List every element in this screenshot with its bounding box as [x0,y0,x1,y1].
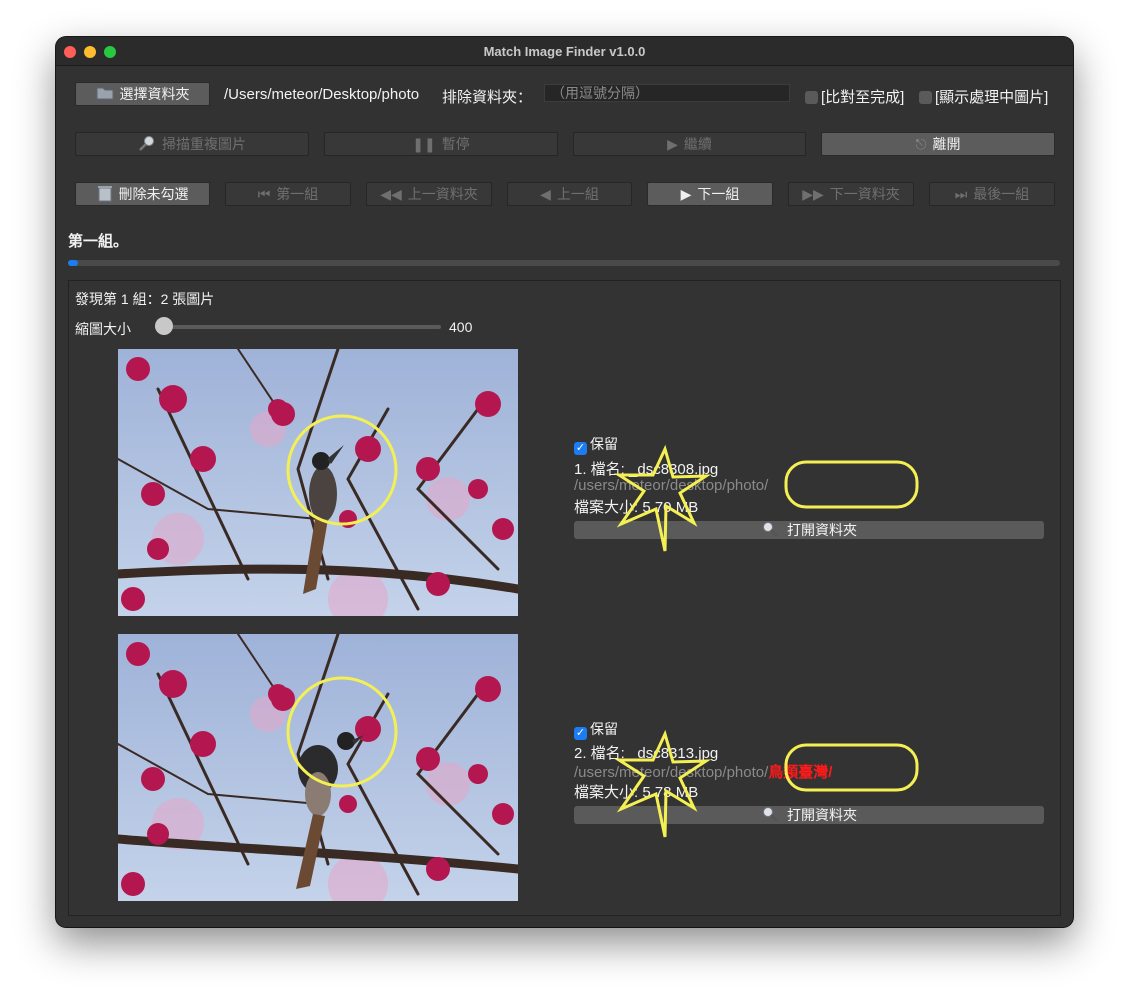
exclude-folders-input[interactable]: （用逗號分隔） [544,84,790,102]
folder-path: /Users/meteor/Desktop/photo [224,86,420,103]
last-group-button[interactable]: ⏭ 最後一組 [929,182,1055,206]
scan-label: 掃描重複圖片 [162,136,246,152]
quit-button[interactable]: ⎋ 離開 [821,132,1055,156]
keep-checkbox-2[interactable]: ✓ 保留 [574,719,618,740]
next-group-label: 下一組 [697,186,740,202]
delete-unchecked-button[interactable]: 刪除未勾選 [75,182,210,206]
next-icon: ▶ [680,185,692,202]
file-path-1: /users/meteor/desktop/photo/ [574,477,768,494]
delete-unchecked-label: 刪除未勾選 [118,186,189,202]
rewind-icon: ◀◀ [380,185,402,202]
progress-bar [68,260,1060,266]
path-text: /users/meteor/desktop/photo/ [574,477,769,494]
checkbox-box [805,91,818,104]
choose-folder-button[interactable]: 選擇資料夾 [75,82,210,106]
trash-icon [97,184,113,205]
prev-folder-label: 上一資料夾 [407,186,478,202]
thumbnail-2[interactable] [118,634,518,901]
file-name-1: 1. 檔名: _dsc8308.jpg [574,461,719,478]
scan-duplicates-button[interactable]: 掃描重複圖片 [75,132,309,156]
pause-button[interactable]: ❚❚ 暫停 [324,132,558,156]
skip-first-icon: ⏮ [257,185,271,202]
file-path-2: /users/meteor/desktop/photo/鳥類臺灣/ [574,761,832,782]
prev-folder-button[interactable]: ◀◀ 上一資料夾 [366,182,492,206]
checkmark-icon: ✓ [574,442,587,455]
last-group-label: 最後一組 [973,186,1030,202]
choose-folder-label: 選擇資料夾 [119,86,190,102]
folder-icon [96,85,114,104]
next-folder-label: 下一資料夾 [829,186,900,202]
play-icon: ▶ [667,135,678,152]
thumbnail-1[interactable] [118,349,518,616]
thumb-size-value: 400 [449,319,473,335]
file-name-2: 2. 檔名: _dsc8313.jpg [574,745,719,762]
resume-button[interactable]: ▶ 繼續 [573,132,806,156]
found-group-text: 發現第 1 組：2 張圖片 [75,291,215,307]
exit-icon: ⎋ [915,135,927,152]
progress-fill [68,260,78,266]
first-group-label: 第一組 [276,186,319,202]
file-size-2: 檔案大小: 5.78 MB [574,784,699,801]
keep-label: 保留 [590,721,618,737]
thumb-size-slider[interactable] [155,317,441,335]
open-folder-button-2[interactable]: 打開資料夾 [574,806,1044,824]
first-group-button[interactable]: ⏮ 第一組 [225,182,351,206]
prev-group-button[interactable]: ◀ 上一組 [507,182,632,206]
keep-label: 保留 [590,436,618,452]
thumb-size-label: 縮圖大小 [75,321,131,337]
status-text: 第一組。 [68,233,129,250]
open-folder-button-1[interactable]: 打開資料夾 [574,521,1044,539]
app-window: Match Image Finder v1.0.0 選擇資料夾 /Users/m… [56,37,1073,927]
exclude-label: 排除資料夾： [442,89,533,106]
resume-label: 繼續 [683,136,712,152]
compare-to-end-checkbox[interactable]: [比對至完成] [805,86,904,107]
window-title: Match Image Finder v1.0.0 [483,44,646,59]
pause-icon: ❚❚ [412,135,436,152]
magnifier-icon [138,135,156,154]
prev-group-label: 上一組 [556,186,599,202]
magnifier-icon [761,806,779,825]
checkmark-icon: ✓ [574,727,587,740]
skip-last-icon: ⏭ [954,185,968,202]
magnifier-icon [761,521,779,540]
open-folder-label: 打開資料夾 [787,807,857,823]
keep-checkbox-1[interactable]: ✓ 保留 [574,434,618,455]
show-processing-label: [顯示處理中圖片] [935,89,1049,106]
pause-label: 暫停 [441,136,470,152]
path-extra: 鳥類臺灣/ [768,764,833,781]
results-panel: 發現第 1 組：2 張圖片 縮圖大小 400 ✓ 保留 1. 檔名: _dsc8… [68,280,1061,916]
slider-knob[interactable] [155,317,173,335]
show-processing-checkbox[interactable]: [顯示處理中圖片] [919,86,1048,107]
path-text: /users/meteor/desktop/photo/ [574,764,769,781]
file-size-1: 檔案大小: 5.70 MB [574,499,699,516]
compare-to-end-label: [比對至完成] [821,89,905,106]
next-folder-button[interactable]: ▶▶ 下一資料夾 [788,182,914,206]
prev-icon: ◀ [540,185,551,202]
annotation-rounded-box-1 [784,460,919,509]
quit-label: 離開 [932,136,961,152]
fast-forward-icon: ▶▶ [802,185,824,202]
next-group-button[interactable]: ▶ 下一組 [647,182,773,206]
checkbox-box [919,91,932,104]
title-bar: Match Image Finder v1.0.0 [56,37,1073,66]
open-folder-label: 打開資料夾 [787,522,857,538]
